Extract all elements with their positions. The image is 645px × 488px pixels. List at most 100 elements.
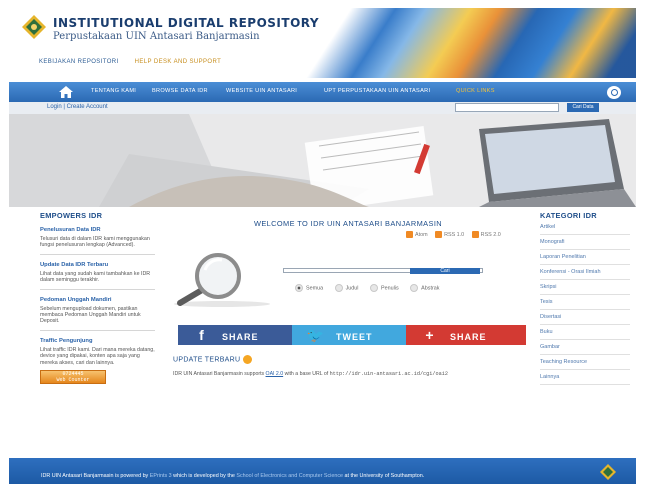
site-subtitle: Perpustakaan UIN Antasari Banjarmasin — [53, 31, 260, 42]
twitter-tweet-button[interactable]: 🐦 TWEET — [292, 325, 412, 345]
category-item[interactable]: Lainnya — [540, 370, 630, 385]
left-block-text: Lihat data yang sudah kami tambahkan ke … — [40, 270, 151, 284]
eprints-link[interactable]: EPrints 3 — [150, 473, 172, 479]
share-label: TWEET — [336, 332, 373, 342]
category-item[interactable]: Laporan Penelitian — [540, 250, 630, 265]
web-counter[interactable]: 0724445 Web Counter — [40, 370, 106, 385]
left-block-text: Telusuri data di dalam IDR kami mengguna… — [40, 236, 150, 249]
left-heading: EMPOWERS IDR — [40, 211, 103, 220]
top-link-kebijakan[interactable]: KEBIJAKAN REPOSITORI — [39, 59, 119, 65]
footer-part: at the University of Southampton. — [343, 473, 425, 479]
radio-label: Judul — [345, 285, 359, 292]
left-block-title[interactable]: Penelusuran Data IDR — [40, 227, 155, 233]
category-item[interactable]: Skripsi — [540, 280, 630, 295]
category-item[interactable]: Teaching Resource — [540, 355, 630, 370]
category-item[interactable]: Tesis — [540, 295, 630, 310]
oai-url: http://idr.uin-antasari.ac.id/cgi/oai2 — [329, 371, 448, 377]
facebook-share-button[interactable]: f SHARE — [178, 325, 298, 345]
create-account-link[interactable]: Create Account — [67, 104, 108, 110]
site-title[interactable]: INSTITUTIONAL DIGITAL REPOSITORY Perpust… — [53, 16, 319, 42]
rss-icon — [435, 231, 443, 238]
footer-part: IDR UIN Antasari Banjarmasin is powered … — [41, 473, 150, 479]
left-sidebar: EMPOWERS IDR Penelusuran Data IDR Telusu… — [40, 211, 155, 461]
main-nav: TENTANG KAMI BROWSE DATA IDR WEBSITE UIN… — [9, 82, 636, 102]
oai-info: IDR UIN Antasari Banjarmasin supports OA… — [173, 371, 448, 377]
oai-text: IDR UIN Antasari Banjarmasin supports — [173, 371, 266, 377]
category-item[interactable]: Artikel — [540, 220, 630, 235]
nav-item-quicklinks[interactable]: QUICK LINKS — [456, 88, 495, 94]
radio-abstrak[interactable] — [410, 284, 419, 292]
feed-rss2[interactable]: RSS 2.0 — [481, 232, 501, 238]
plus-icon: + — [425, 327, 435, 343]
radio-label: Abstrak — [421, 285, 440, 292]
uin-logo-icon[interactable] — [21, 14, 47, 40]
search-scope-radios: Semua Judul Penulis Abstrak — [285, 284, 439, 292]
left-block-title[interactable]: Pedoman Unggah Mandiri — [40, 297, 155, 303]
update-heading: UPDATE TERBARU — [173, 355, 253, 364]
divider — [40, 253, 155, 255]
footer-text: IDR UIN Antasari Banjarmasin is powered … — [41, 473, 424, 479]
counter-caption: Web Counter — [56, 377, 90, 384]
hero-banner — [9, 114, 636, 207]
facebook-icon: f — [199, 327, 205, 343]
header-banner-stripes — [278, 8, 636, 78]
login-bar: Login | Create Account Cari Data — [9, 102, 636, 114]
category-item[interactable]: Disertasi — [540, 310, 630, 325]
left-block-text: Lihat traffic IDR kami. Dari mana mereka… — [40, 346, 155, 366]
footer-part: which is developed by the — [171, 473, 237, 479]
radio-semua[interactable] — [295, 284, 303, 292]
top-links: KEBIJAKAN REPOSITORI HELP DESK AND SUPPO… — [39, 59, 235, 65]
header: INSTITUTIONAL DIGITAL REPOSITORY Perpust… — [9, 8, 636, 78]
feed-atom[interactable]: Atom — [415, 232, 428, 238]
login-links: Login | Create Account — [47, 104, 108, 110]
category-heading: KATEGORI IDR — [540, 211, 597, 220]
category-item[interactable]: Monografi — [540, 235, 630, 250]
page: INSTITUTIONAL DIGITAL REPOSITORY Perpust… — [0, 0, 645, 488]
login-link[interactable]: Login — [47, 104, 62, 110]
new-badge-icon — [243, 355, 253, 364]
nav-item-perpustakaan[interactable]: UPT PERPUSTAKAAN UIN ANTASARI — [324, 88, 430, 94]
site-title-main: INSTITUTIONAL DIGITAL REPOSITORY — [53, 16, 320, 30]
uin-footer-logo-icon — [600, 464, 616, 480]
footer: IDR UIN Antasari Banjarmasin is powered … — [9, 458, 636, 484]
nav-item-tentang[interactable]: TENTANG KAMI — [91, 88, 136, 94]
top-search-input[interactable] — [455, 103, 559, 112]
left-block-title[interactable]: Traffic Pengunjung — [40, 338, 155, 344]
nav-item-browse[interactable]: BROWSE DATA IDR — [152, 88, 208, 94]
top-search-button[interactable]: Cari Data — [567, 103, 599, 112]
rss-icon — [471, 231, 479, 238]
share-label: SHARE — [450, 332, 487, 342]
divider — [40, 329, 155, 331]
radio-label: Semua — [306, 285, 324, 292]
radio-judul[interactable] — [334, 284, 343, 292]
rss-icon — [406, 231, 413, 238]
category-item[interactable]: Gambar — [540, 340, 630, 355]
nav-item-website[interactable]: WEBSITE UIN ANTASARI — [226, 88, 297, 94]
home-icon[interactable] — [59, 86, 73, 98]
googleplus-share-button[interactable]: + SHARE — [406, 325, 526, 345]
search-icon[interactable] — [607, 86, 621, 99]
feed-links: Atom RSS 1.0 RSS 2.0 — [400, 231, 501, 238]
category-item[interactable]: Buku — [540, 325, 630, 340]
welcome-title: WELCOME TO IDR UIN ANTASARI BANJARMASIN — [253, 219, 443, 228]
divider — [40, 288, 155, 290]
ecs-link[interactable]: School of Electronics and Computer Scien… — [236, 473, 343, 479]
feed-rss1[interactable]: RSS 1.0 — [444, 232, 464, 238]
main-content: WELCOME TO IDR UIN ANTASARI BANJARMASIN … — [168, 211, 528, 461]
update-title: UPDATE TERBARU — [173, 356, 241, 364]
radio-penulis[interactable] — [369, 284, 378, 292]
left-block-title[interactable]: Update Data IDR Terbaru — [40, 262, 155, 268]
login-separator: | — [63, 104, 65, 110]
banner-illustration — [9, 114, 636, 207]
share-label: SHARE — [222, 332, 259, 342]
oai-text: with a base URL of — [283, 371, 330, 377]
top-link-helpdesk[interactable]: HELP DESK AND SUPPORT — [135, 59, 222, 65]
left-block-text: Sebelum mengupload dokumen, pastikan mem… — [40, 305, 141, 325]
main-search-button[interactable]: Cari — [410, 268, 480, 274]
twitter-bird-icon: 🐦 — [306, 327, 326, 343]
right-sidebar: KATEGORI IDR Artikel Monografi Laporan P… — [540, 211, 630, 461]
category-item[interactable]: Konferensi - Orasi Ilmiah — [540, 265, 630, 280]
radio-label: Penulis — [380, 285, 399, 292]
oai-link[interactable]: OAI 2.0 — [266, 371, 284, 377]
magnifier-icon — [174, 253, 270, 307]
